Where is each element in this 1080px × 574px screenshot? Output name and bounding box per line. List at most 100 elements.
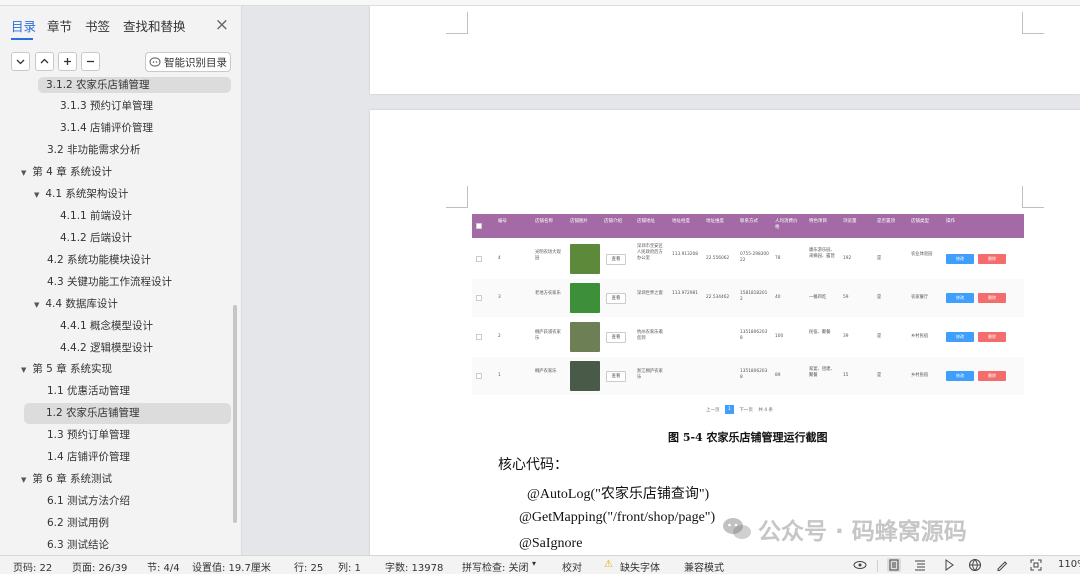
- toc-item-selected[interactable]: 1.2 农家乐店铺管理: [24, 403, 231, 424]
- shop-thumbnail: [570, 322, 600, 352]
- toc-item[interactable]: 6.1 测试方法介绍: [0, 491, 234, 512]
- cell-views: 192: [843, 256, 852, 261]
- smart-toc-label: 智能识别目录: [164, 56, 227, 69]
- toc-item[interactable]: 3.1.4 店铺评价管理: [0, 118, 234, 139]
- cell-phone: 13518062038: [740, 330, 768, 341]
- table-header-cell: 店铺介绍: [604, 219, 622, 224]
- page-view-icon[interactable]: [887, 558, 901, 572]
- cell-feature: 家宴、团建、聚餐: [809, 367, 835, 378]
- cell-feature: 康乐游乐园、采摘园、露营: [809, 248, 835, 259]
- tab-chapters[interactable]: 章节: [47, 16, 72, 35]
- toc-item[interactable]: 4.4.2 逻辑模型设计: [0, 338, 234, 359]
- smart-toc-button[interactable]: 智能识别目录: [145, 52, 231, 72]
- table-header-cell: 操作: [946, 219, 955, 224]
- toc-scrollbar[interactable]: [233, 305, 237, 523]
- status-section[interactable]: 节: 4/4: [147, 559, 180, 574]
- collapse-all-button[interactable]: [11, 52, 30, 71]
- cell-type: 乡村民宿: [911, 334, 929, 339]
- watermark-text: 公众号 · 码蜂窝源码: [758, 519, 967, 545]
- table-header-cell: 店铺图片: [570, 219, 588, 224]
- zoom-level[interactable]: 110%: [1058, 559, 1080, 570]
- toc-item[interactable]: 3.1.3 预约订单管理: [0, 96, 234, 117]
- toc-item-chapter[interactable]: ▼ 第 6 章 系统测试: [0, 469, 234, 490]
- fit-page-icon[interactable]: [1029, 558, 1043, 572]
- wechat-icon: [723, 518, 751, 539]
- cell-address: 深圳世界之窗: [637, 291, 663, 296]
- cell-type: 农家餐厅: [911, 295, 929, 300]
- proofread-button[interactable]: 校对: [562, 559, 582, 574]
- spell-check-toggle[interactable]: 拼写检查: 关闭: [462, 559, 529, 574]
- caret-down-icon[interactable]: ▼: [21, 163, 29, 184]
- document-canvas[interactable]: 编号 店铺名称 店铺图片 店铺介绍 店铺地址 地址经度 地址维度 联系方式 人均…: [242, 0, 1080, 555]
- toc-item[interactable]: 6.2 测试用例: [0, 513, 234, 534]
- toc-item-chapter[interactable]: ▼ 第 5 章 系统实现: [0, 359, 234, 380]
- row-checkbox: [476, 373, 482, 379]
- status-word-count[interactable]: 字数: 13978: [385, 559, 443, 574]
- toc-item[interactable]: 3.1.2 农家乐店铺管理: [38, 77, 231, 93]
- edit-button: 修改: [946, 332, 974, 342]
- expand-button[interactable]: [35, 52, 54, 71]
- cell-price: 89: [775, 373, 781, 378]
- cell-id: 1: [498, 373, 501, 378]
- toc-item-label: 4.4.2 逻辑模型设计: [60, 342, 154, 354]
- status-page-count[interactable]: 页面: 26/39: [72, 559, 127, 574]
- toc-item-label: 1.4 店铺评价管理: [47, 451, 131, 463]
- caret-down-icon[interactable]: ▼: [34, 185, 42, 206]
- play-icon[interactable]: [942, 558, 956, 572]
- select-all-checkbox: [476, 223, 482, 229]
- close-panel-icon[interactable]: ×: [215, 15, 229, 35]
- remove-heading-button[interactable]: [81, 52, 100, 71]
- cell-feature: 一桶四吃: [809, 295, 827, 300]
- toc-item-label: 4.1.1 前端设计: [60, 210, 133, 222]
- toc-item-label: 3.1.3 预约订单管理: [60, 100, 154, 112]
- tab-toc[interactable]: 目录: [11, 16, 36, 35]
- missing-font-button[interactable]: 缺失字体: [620, 559, 660, 574]
- next-page: 下一页: [739, 407, 753, 413]
- table-header-cell: 店铺地址: [637, 219, 655, 224]
- smart-recognize-icon: [149, 57, 161, 67]
- row-checkbox: [476, 295, 482, 301]
- cell-views: 39: [843, 334, 849, 339]
- chevron-down-icon[interactable]: ▾: [532, 559, 536, 568]
- tab-find-replace[interactable]: 查找和替换: [123, 16, 186, 35]
- tab-bookmarks[interactable]: 书签: [85, 16, 110, 35]
- toc-item[interactable]: ▼ 4.1 系统架构设计: [0, 184, 234, 205]
- toc-item[interactable]: 4.3 关键功能工作流程设计: [0, 272, 234, 293]
- toc-item-chapter[interactable]: ▼ 第 4 章 系统设计: [0, 162, 234, 183]
- globe-icon[interactable]: [968, 558, 982, 572]
- status-setting[interactable]: 设置值: 19.7厘米: [192, 559, 271, 574]
- cell-top: 是: [877, 295, 882, 300]
- cell-phone: 15818182012: [740, 291, 768, 302]
- chevron-up-icon: [40, 58, 49, 64]
- caret-down-icon[interactable]: ▼: [34, 295, 42, 316]
- toc-item[interactable]: 1.4 店铺评价管理: [0, 447, 234, 468]
- code-heading: 核心代码：: [498, 458, 568, 473]
- toc-item[interactable]: 4.4.1 概念模型设计: [0, 316, 234, 337]
- caret-down-icon[interactable]: ▼: [21, 360, 29, 381]
- toc-item-label: 6.2 测试用例: [47, 517, 110, 529]
- view-intro-button: 查看: [606, 332, 626, 343]
- toc-item-label: 1.1 优惠活动管理: [47, 385, 131, 397]
- cell-top: 是: [877, 373, 882, 378]
- status-page-number[interactable]: 页码: 22: [13, 559, 52, 574]
- table-header-cell: 地址维度: [706, 219, 724, 224]
- pen-icon[interactable]: [995, 558, 1009, 572]
- caret-down-icon[interactable]: ▼: [21, 470, 29, 491]
- toc-item[interactable]: 1.3 预约订单管理: [0, 425, 234, 446]
- total-count: 共 4 条: [758, 407, 774, 413]
- nav-tabs: 目录 章节 书签 查找和替换 ×: [0, 10, 242, 42]
- toc-item[interactable]: 1.1 优惠活动管理: [0, 381, 234, 402]
- add-heading-button[interactable]: [58, 52, 77, 71]
- toc-item[interactable]: 4.1.1 前端设计: [0, 206, 234, 227]
- toc-item[interactable]: 4.1.2 后端设计: [0, 228, 234, 249]
- toc-item[interactable]: ▼ 4.4 数据库设计: [0, 294, 234, 315]
- toc-item[interactable]: 6.3 测试结论: [0, 535, 234, 554]
- status-line[interactable]: 行: 25: [294, 559, 323, 574]
- outline-view-icon[interactable]: [913, 558, 927, 572]
- cell-id: 3: [498, 295, 501, 300]
- status-column[interactable]: 列: 1: [338, 559, 361, 574]
- pagination: 上一页 1 下一页 共 4 条: [706, 405, 777, 415]
- toc-item[interactable]: 3.2 非功能需求分析: [0, 140, 234, 161]
- toc-item[interactable]: 4.2 系统功能模块设计: [0, 250, 234, 271]
- eye-icon[interactable]: [853, 558, 867, 572]
